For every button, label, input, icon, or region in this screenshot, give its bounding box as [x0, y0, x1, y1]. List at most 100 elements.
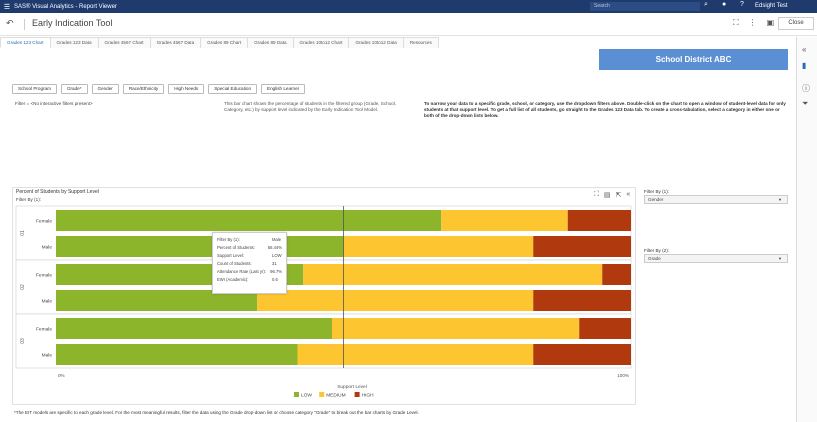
filter2-label: Filter By (2):: [644, 248, 670, 253]
tooltip-key: Count of Students:: [217, 261, 252, 266]
popout-icon[interactable]: ⇱: [616, 191, 622, 199]
info-icon[interactable]: ⓘ: [802, 83, 810, 94]
user-menu[interactable]: Edsight Test: [755, 3, 788, 9]
right-rail: « ▮ ⓘ ⏷: [796, 37, 817, 422]
filter-button-1[interactable]: Grade*: [60, 84, 88, 94]
divider: [24, 19, 25, 30]
legend-swatch: [294, 392, 299, 397]
bar-low[interactable]: [56, 236, 344, 257]
bar-medium[interactable]: [332, 318, 580, 339]
bar-high[interactable]: [602, 264, 631, 285]
tab-7[interactable]: Grades 10to12 Data: [348, 37, 404, 48]
group-label: 02: [20, 284, 26, 290]
tooltip-key: Filter By (1):: [217, 237, 240, 242]
chart-description: This bar chart shows the percentage of s…: [224, 101, 397, 112]
chart-tooltip: Filter By (1): Male Percent of Students: 56…: [212, 232, 287, 294]
maximize-icon[interactable]: ⛶: [594, 191, 599, 199]
bar-low[interactable]: [56, 318, 332, 339]
stacked-bar-chart[interactable]: 01 Female Male 02 Female Male 03 Female Male 0% 10…: [12, 200, 636, 405]
tooltip-row: Count of Students: 31: [217, 260, 282, 268]
bar-low[interactable]: [56, 210, 442, 231]
tooltip-key: EWI (Academic):: [217, 277, 249, 282]
report-titlebar: ↶ Early Indication Tool ⛶ ⋮ ▣ Close: [0, 13, 817, 36]
filter2-value: Grade: [648, 256, 661, 261]
tab-4[interactable]: Grades 89 Chart: [200, 37, 249, 48]
filter-button-3[interactable]: Race/Ethnicity: [122, 84, 165, 94]
report-tabs: Grades 123 Chart Grades 123 Data Grades 45…: [0, 37, 439, 48]
tooltip-value: 96.7%: [270, 269, 282, 274]
search-input[interactable]: Search: [590, 2, 700, 11]
filter-button-2[interactable]: Gender: [91, 84, 119, 94]
chart-title: Percent of Students by Support Level: [16, 189, 99, 195]
filter-icon[interactable]: ⏷: [802, 99, 808, 109]
filter2-dropdown[interactable]: Grade ▼: [644, 254, 788, 263]
collapse-icon[interactable]: «: [802, 45, 806, 54]
bar-medium[interactable]: [257, 290, 534, 311]
filter1-label: Filter By (1):: [644, 189, 670, 194]
tab-6[interactable]: Grades 10to12 Chart: [292, 37, 350, 48]
report-title: Early Indication Tool: [32, 18, 113, 28]
fullscreen-icon[interactable]: ⛶: [733, 18, 739, 28]
filter-button-4[interactable]: High Needs: [168, 84, 205, 94]
bar-low[interactable]: [56, 344, 298, 365]
tab-2[interactable]: Grades 4567 Chart: [97, 37, 151, 48]
app-title: SAS® Visual Analytics - Report Viewer: [14, 3, 117, 10]
comments-icon[interactable]: ▣: [767, 18, 775, 28]
district-banner: School District ABC: [599, 49, 788, 70]
tab-8[interactable]: Resources: [402, 37, 439, 48]
tooltip-row: Percent of Students: 56.44%: [217, 244, 282, 252]
tooltip-row: Filter By (1): Male: [217, 236, 282, 244]
hamburger-menu-icon[interactable]: ☰: [0, 3, 14, 11]
report-toolbar: ⛶ ⋮ ▣: [733, 18, 774, 28]
legend-label: MEDIUM: [326, 393, 345, 399]
bar-medium[interactable]: [441, 210, 568, 231]
group-label: 03: [20, 338, 26, 344]
bar-medium[interactable]: [303, 264, 603, 285]
undo-icon[interactable]: ↶: [6, 18, 14, 29]
x-axis-label: Support Level: [337, 384, 367, 390]
close-button[interactable]: Close: [778, 17, 814, 30]
search-icon[interactable]: ⌕: [704, 1, 708, 9]
app-topbar: ☰ SAS® Visual Analytics - Report Viewer …: [0, 0, 817, 13]
bar-high[interactable]: [533, 344, 631, 365]
save-icon[interactable]: ▤: [604, 191, 611, 199]
tab-3[interactable]: Grades 4567 Data: [149, 37, 202, 48]
bar-medium[interactable]: [343, 236, 534, 257]
tooltip-row: Attendance Rate (Last yr): 96.7%: [217, 268, 282, 276]
chevron-down-icon: ▼: [778, 197, 782, 202]
tab-0[interactable]: Grades 123 Chart: [0, 37, 51, 48]
x-tick-label: 0%: [58, 373, 65, 378]
bar-high[interactable]: [567, 210, 631, 231]
chart-instructions: To narrow your data to a specific grade,…: [424, 101, 786, 118]
filter-button-6[interactable]: English Learner: [261, 84, 306, 94]
notifications-icon[interactable]: ●: [722, 1, 726, 8]
tooltip-key: Percent of Students:: [217, 245, 255, 250]
chart-toolbar: ⛶ ▤ ⇱ «: [594, 191, 630, 199]
filter-button-0[interactable]: School Program: [12, 84, 57, 94]
tooltip-value: 31: [272, 261, 277, 266]
filter1-dropdown[interactable]: Gender ▼: [644, 195, 788, 204]
footnote: *The EIT models are specific to each gra…: [14, 410, 419, 415]
bar-high[interactable]: [533, 236, 631, 257]
filter-button-bar: School Program Grade* Gender Race/Ethnicity…: [12, 84, 306, 94]
row-label: Male: [42, 245, 53, 251]
bar-high[interactable]: [579, 318, 631, 339]
row-label: Female: [36, 219, 52, 225]
group-label: 01: [20, 230, 26, 236]
pages-icon[interactable]: ▮: [802, 61, 806, 70]
tooltip-value: 0.6: [272, 277, 278, 282]
tab-1[interactable]: Grades 123 Data: [49, 37, 99, 48]
row-label: Female: [36, 273, 52, 279]
filter-button-5[interactable]: Special Education: [208, 84, 257, 94]
help-icon[interactable]: ?: [740, 1, 744, 8]
tab-5[interactable]: Grades 89 Data: [247, 37, 294, 48]
tooltip-value: LOW: [272, 253, 282, 258]
bar-high[interactable]: [533, 290, 631, 311]
legend-swatch: [354, 392, 360, 397]
bar-medium[interactable]: [297, 344, 534, 365]
x-tick-label: 100%: [617, 373, 629, 378]
more-options-icon[interactable]: ⋮: [749, 18, 757, 28]
chevron-down-icon: ▼: [778, 256, 782, 261]
row-label: Female: [36, 327, 52, 333]
collapse-chart-icon[interactable]: «: [626, 191, 630, 199]
